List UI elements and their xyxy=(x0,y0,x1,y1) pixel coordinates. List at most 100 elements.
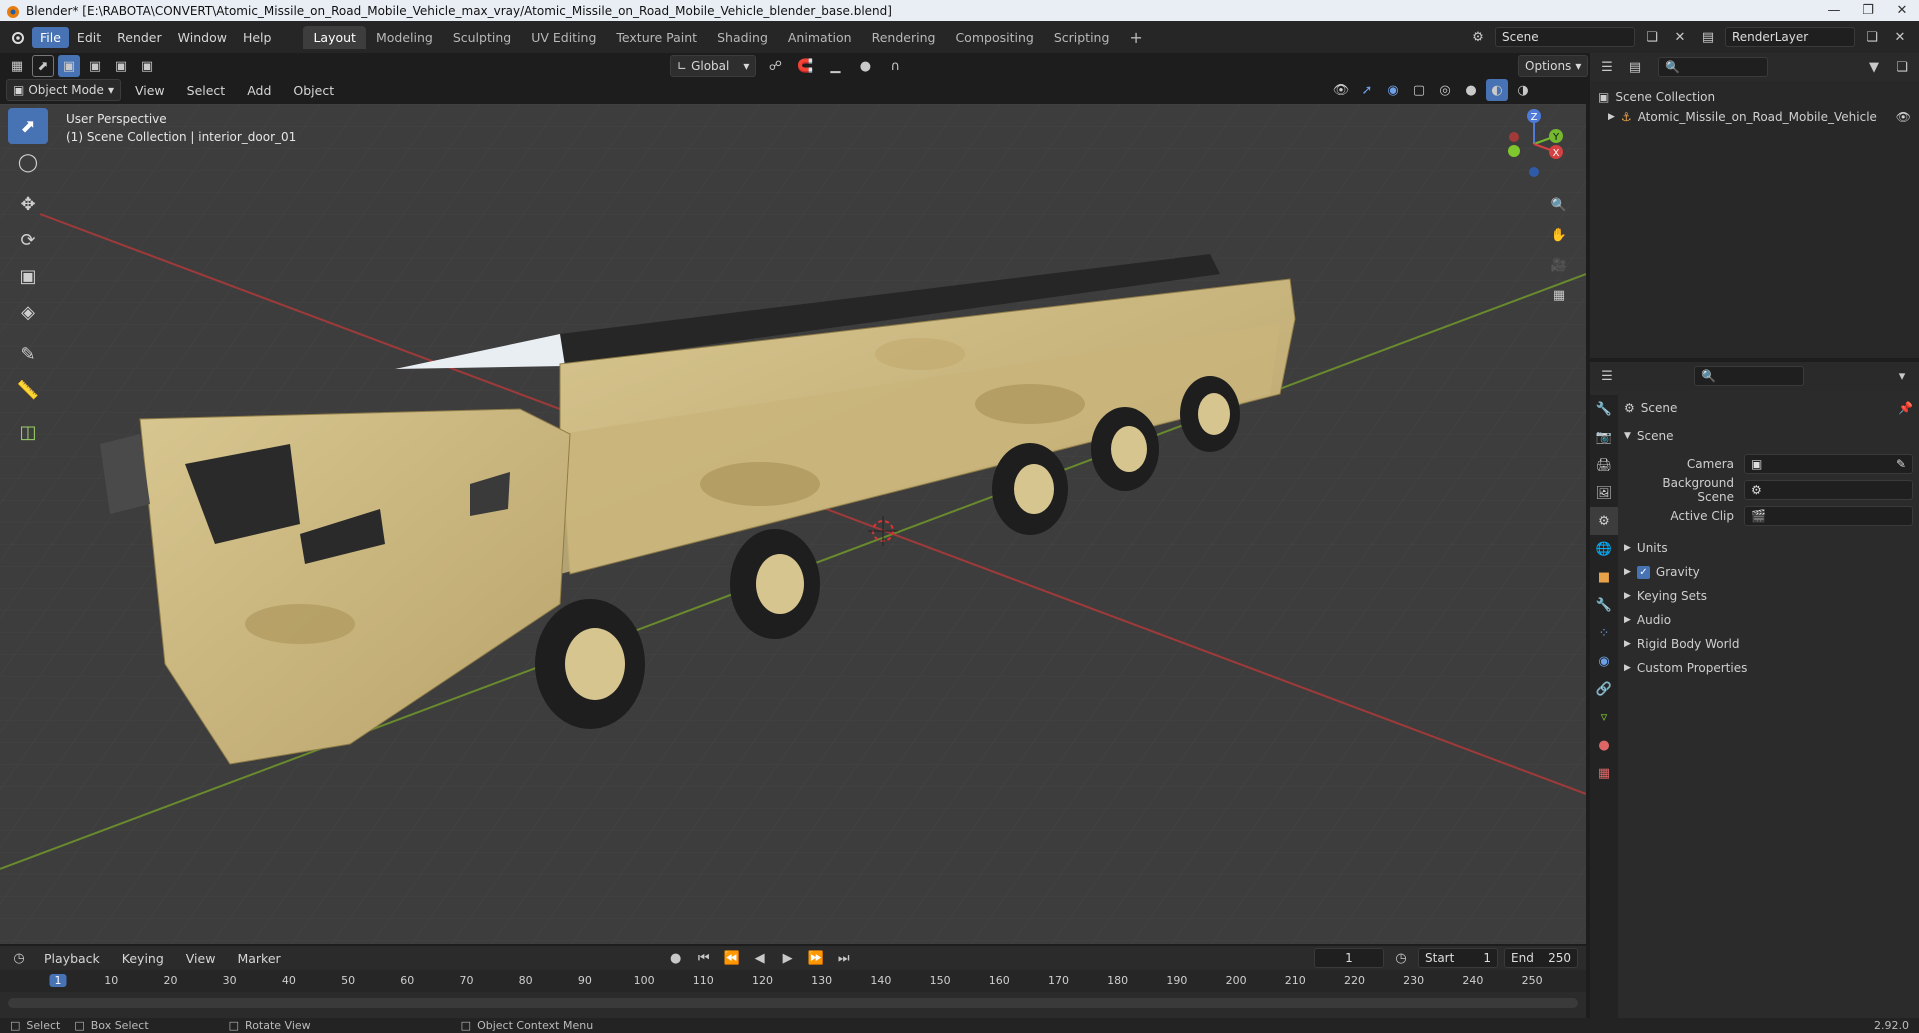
data-tab-icon[interactable]: ▿ xyxy=(1590,703,1618,731)
scale-tool-icon[interactable]: ▣ xyxy=(8,258,48,294)
menu-file[interactable]: File xyxy=(32,26,69,48)
render-tab-icon[interactable]: 📷 xyxy=(1590,423,1618,451)
properties-editor-type-icon[interactable]: ☰ xyxy=(1596,365,1618,387)
tab-uv-editing[interactable]: UV Editing xyxy=(521,26,606,49)
gravity-checkbox[interactable]: ✓ xyxy=(1636,565,1650,579)
timeline-editor-type-icon[interactable]: ◷ xyxy=(8,947,30,969)
section-keying-sets[interactable]: ▶ Keying Sets xyxy=(1624,584,1913,608)
falloff-icon[interactable]: ∩ xyxy=(884,55,906,77)
gizmo-toggle-icon[interactable]: ➚ xyxy=(1356,79,1378,101)
output-tab-icon[interactable]: 🖨 xyxy=(1590,451,1618,479)
viewport-menu-view[interactable]: View xyxy=(127,80,173,101)
new-collection-icon[interactable]: ❏ xyxy=(1891,56,1913,78)
outliner-scene-collection[interactable]: ▣ Scene Collection xyxy=(1598,87,1911,107)
chevron-down-icon[interactable]: ▾ xyxy=(1891,365,1913,387)
add-cube-tool-icon[interactable]: ◫ xyxy=(8,414,48,450)
annotate-tool-icon[interactable]: ✎ xyxy=(8,336,48,372)
current-frame-field[interactable]: 1 xyxy=(1314,948,1384,968)
particles-tab-icon[interactable]: ⁘ xyxy=(1590,619,1618,647)
shading-wireframe-icon[interactable]: ◎ xyxy=(1434,79,1456,101)
scene-selector-icon[interactable]: ⚙ xyxy=(1467,26,1489,48)
expand-arrow-icon[interactable]: ▶ xyxy=(1608,112,1615,122)
camera-field[interactable]: ▣ ✎ xyxy=(1744,454,1913,474)
tab-texture-paint[interactable]: Texture Paint xyxy=(606,26,707,49)
pivot-point-icon[interactable]: ☍ xyxy=(764,55,786,77)
editor-type-icon[interactable]: ▦ xyxy=(6,55,28,77)
tab-modeling[interactable]: Modeling xyxy=(366,26,443,49)
tab-shading[interactable]: Shading xyxy=(707,26,778,49)
record-icon[interactable]: ● xyxy=(665,947,687,969)
move-tool-icon[interactable]: ✥ xyxy=(8,186,48,222)
timeline-menu-playback[interactable]: Playback xyxy=(36,948,108,969)
remove-scene-icon[interactable]: ✕ xyxy=(1669,26,1691,48)
end-frame-field[interactable]: End 250 xyxy=(1504,948,1578,968)
outliner-search-input[interactable]: 🔍 xyxy=(1658,57,1768,77)
section-custom-properties[interactable]: ▶ Custom Properties xyxy=(1624,656,1913,680)
viewport-menu-add[interactable]: Add xyxy=(239,80,279,101)
minimize-icon[interactable]: — xyxy=(1817,3,1851,18)
scene-panel-header[interactable]: ▼ Scene xyxy=(1624,424,1913,448)
filter-icon[interactable]: ▼ xyxy=(1863,56,1885,78)
view-layer-field[interactable]: RenderLayer xyxy=(1725,27,1855,47)
texture-tab-icon[interactable]: ▦ xyxy=(1590,759,1618,787)
maximize-icon[interactable]: ❐ xyxy=(1851,3,1885,18)
pan-hand-icon[interactable]: ✋ xyxy=(1548,224,1570,246)
mode-dropdown[interactable]: ▣ Object Mode ▾ xyxy=(6,79,121,101)
shading-rendered-icon[interactable]: ◑ xyxy=(1512,79,1534,101)
start-frame-field[interactable]: Start 1 xyxy=(1418,948,1498,968)
select-extend-icon[interactable]: ▣ xyxy=(84,55,106,77)
menu-render[interactable]: Render xyxy=(109,27,170,48)
pin-icon[interactable]: 📌 xyxy=(1898,401,1913,415)
camera-view-icon[interactable]: 🎥 xyxy=(1548,254,1570,276)
tool-tab-icon[interactable]: 🔧 xyxy=(1590,395,1618,423)
zoom-icon[interactable]: 🔍 xyxy=(1548,194,1570,216)
measure-tool-icon[interactable]: 📏 xyxy=(8,372,48,408)
object-tab-icon[interactable]: ■ xyxy=(1590,563,1618,591)
tab-sculpting[interactable]: Sculpting xyxy=(443,26,521,49)
tab-animation[interactable]: Animation xyxy=(778,26,862,49)
view-layer-icon[interactable]: ▤ xyxy=(1697,26,1719,48)
tab-compositing[interactable]: Compositing xyxy=(945,26,1043,49)
new-view-layer-icon[interactable]: ❏ xyxy=(1861,26,1883,48)
world-tab-icon[interactable]: 🌐 xyxy=(1590,535,1618,563)
tab-layout[interactable]: Layout xyxy=(303,25,366,49)
menu-help[interactable]: Help xyxy=(235,27,280,48)
jump-start-icon[interactable]: ⏮ xyxy=(693,947,715,969)
select-invert-icon[interactable]: ▣ xyxy=(136,55,158,77)
clock-icon[interactable]: ◷ xyxy=(1390,947,1412,969)
close-icon[interactable]: ✕ xyxy=(1885,3,1919,18)
cursor-tool-icon[interactable]: ◯ xyxy=(8,144,48,180)
prev-keyframe-icon[interactable]: ⏪ xyxy=(721,947,743,969)
outliner-editor-type-icon[interactable]: ☰ xyxy=(1596,56,1618,78)
shading-solid-icon[interactable]: ● xyxy=(1460,79,1482,101)
background-scene-field[interactable]: ⚙ xyxy=(1744,480,1913,500)
timeline-menu-keying[interactable]: Keying xyxy=(114,948,172,969)
add-workspace-icon[interactable]: + xyxy=(1119,24,1152,51)
viewport-menu-select[interactable]: Select xyxy=(179,80,234,101)
rotate-tool-icon[interactable]: ⟳ xyxy=(8,222,48,258)
section-gravity[interactable]: ▶ ✓ Gravity xyxy=(1624,560,1913,584)
play-reverse-icon[interactable]: ◀ xyxy=(749,947,771,969)
select-subtract-icon[interactable]: ▣ xyxy=(110,55,132,77)
snap-increment-icon[interactable]: ▁ xyxy=(824,55,846,77)
overlays-icon[interactable]: ◉ xyxy=(1382,79,1404,101)
xray-icon[interactable]: ▢ xyxy=(1408,79,1430,101)
jump-end-icon[interactable]: ⏭ xyxy=(833,947,855,969)
section-units[interactable]: ▶ Units xyxy=(1624,536,1913,560)
visibility-eye-icon[interactable]: 👁 xyxy=(1330,79,1352,101)
new-scene-icon[interactable]: ❏ xyxy=(1641,26,1663,48)
shading-material-icon[interactable]: ◐ xyxy=(1486,79,1508,101)
active-clip-field[interactable]: 🎬 xyxy=(1744,506,1913,526)
section-rigid-body-world[interactable]: ▶ Rigid Body World xyxy=(1624,632,1913,656)
display-mode-icon[interactable]: ▤ xyxy=(1624,56,1646,78)
select-new-icon[interactable]: ▣ xyxy=(58,55,80,77)
ortho-grid-icon[interactable]: ▦ xyxy=(1548,284,1570,306)
options-dropdown[interactable]: Options ▾ xyxy=(1518,55,1589,77)
timeline-menu-view[interactable]: View xyxy=(178,948,224,969)
blender-menu-icon[interactable] xyxy=(6,26,28,48)
modifier-tab-icon[interactable]: 🔧 xyxy=(1590,591,1618,619)
physics-tab-icon[interactable]: ◉ xyxy=(1590,647,1618,675)
snap-icon[interactable]: 🧲 xyxy=(794,55,816,77)
timeline-menu-marker[interactable]: Marker xyxy=(229,948,288,969)
outliner-item[interactable]: ▶ ⚓ Atomic_Missile_on_Road_Mobile_Vehicl… xyxy=(1598,107,1911,127)
